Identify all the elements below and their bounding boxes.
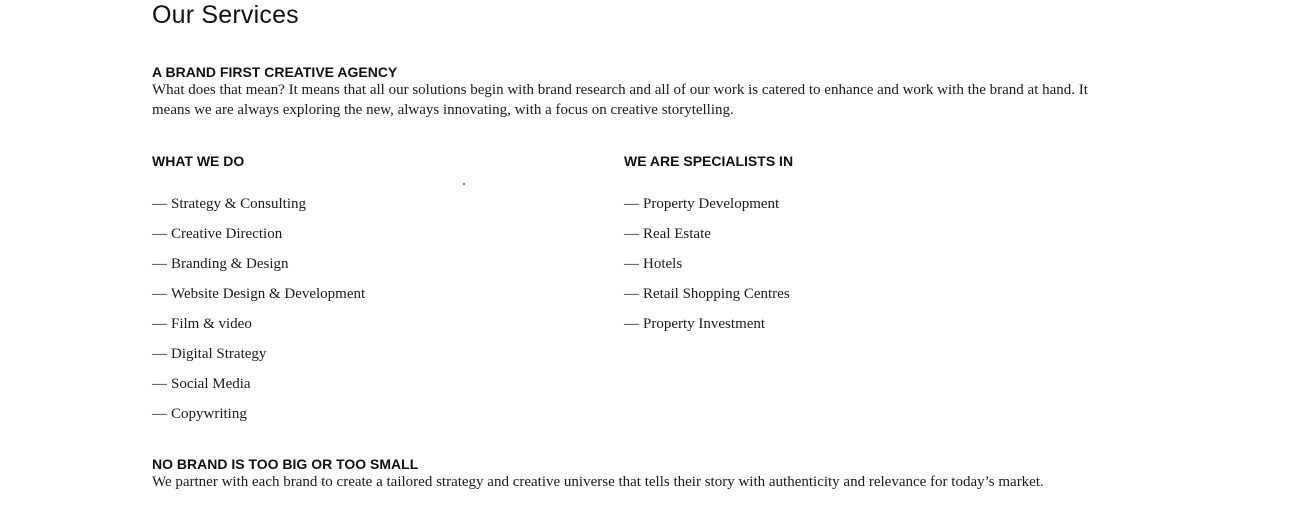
list-item: — Film & video: [152, 309, 572, 339]
specialists-list: — Property Development — Real Estate — Hote…: [624, 189, 1044, 339]
page-title: Our Services: [152, 1, 299, 29]
list-item: — Website Design & Development: [152, 279, 572, 309]
specialty-label: Hotels: [643, 256, 683, 272]
dash: —: [624, 286, 639, 302]
list-item: — Branding & Design: [152, 249, 572, 279]
specialists-column: WE ARE SPECIALISTS IN — Property Developm…: [624, 152, 1044, 339]
list-item: — Real Estate: [624, 219, 1044, 249]
intro-body: What does that mean? It means that all o…: [152, 82, 1088, 118]
dash: —: [624, 226, 639, 242]
specialty-label: Property Investment: [643, 316, 766, 332]
what-we-do-list: — Strategy & Consulting — Creative Directi…: [152, 189, 572, 429]
dash: —: [624, 256, 639, 272]
what-we-do-heading: WHAT WE DO: [152, 153, 245, 169]
specialty-label: Real Estate: [643, 226, 711, 242]
dash: —: [624, 196, 639, 212]
service-label: Digital Strategy: [171, 346, 267, 362]
intro-heading: A BRAND FIRST CREATIVE AGENCY: [152, 64, 398, 80]
intro-section: A BRAND FIRST CREATIVE AGENCY What does …: [152, 63, 1102, 120]
dash: —: [152, 196, 167, 212]
service-label: Social Media: [171, 376, 251, 392]
dash: —: [152, 226, 167, 242]
dash: —: [152, 376, 167, 392]
list-item: — Strategy & Consulting: [152, 189, 572, 219]
list-item: — Property Investment: [624, 309, 1044, 339]
list-item: — Copywriting: [152, 399, 572, 429]
service-label: Strategy & Consulting: [171, 196, 306, 212]
list-item: — Social Media: [152, 369, 572, 399]
what-we-do-column: WHAT WE DO — Strategy & Consulting — Creat…: [152, 152, 572, 429]
closing-body: We partner with each brand to create a t…: [152, 474, 1044, 490]
closing-heading: NO BRAND IS TOO BIG OR TOO SMALL: [152, 456, 419, 472]
specialty-label: Property Development: [643, 196, 780, 212]
list-item: — Creative Direction: [152, 219, 572, 249]
dash: —: [152, 406, 167, 422]
stray-dot: [463, 183, 465, 185]
specialty-label: Retail Shopping Centres: [643, 286, 790, 302]
dash: —: [624, 316, 639, 332]
dash: —: [152, 286, 167, 302]
service-label: Copywriting: [171, 406, 247, 422]
dash: —: [152, 316, 167, 332]
service-label: Website Design & Development: [171, 286, 366, 302]
list-item: — Retail Shopping Centres: [624, 279, 1044, 309]
dash: —: [152, 346, 167, 362]
closing-section: NO BRAND IS TOO BIG OR TOO SMALL We part…: [152, 455, 1062, 493]
service-label: Branding & Design: [171, 256, 289, 272]
service-label: Film & video: [171, 316, 252, 332]
specialists-heading: WE ARE SPECIALISTS IN: [624, 153, 794, 169]
list-item: — Property Development: [624, 189, 1044, 219]
dash: —: [152, 256, 167, 272]
list-item: — Hotels: [624, 249, 1044, 279]
service-label: Creative Direction: [171, 226, 283, 242]
list-item: — Digital Strategy: [152, 339, 572, 369]
